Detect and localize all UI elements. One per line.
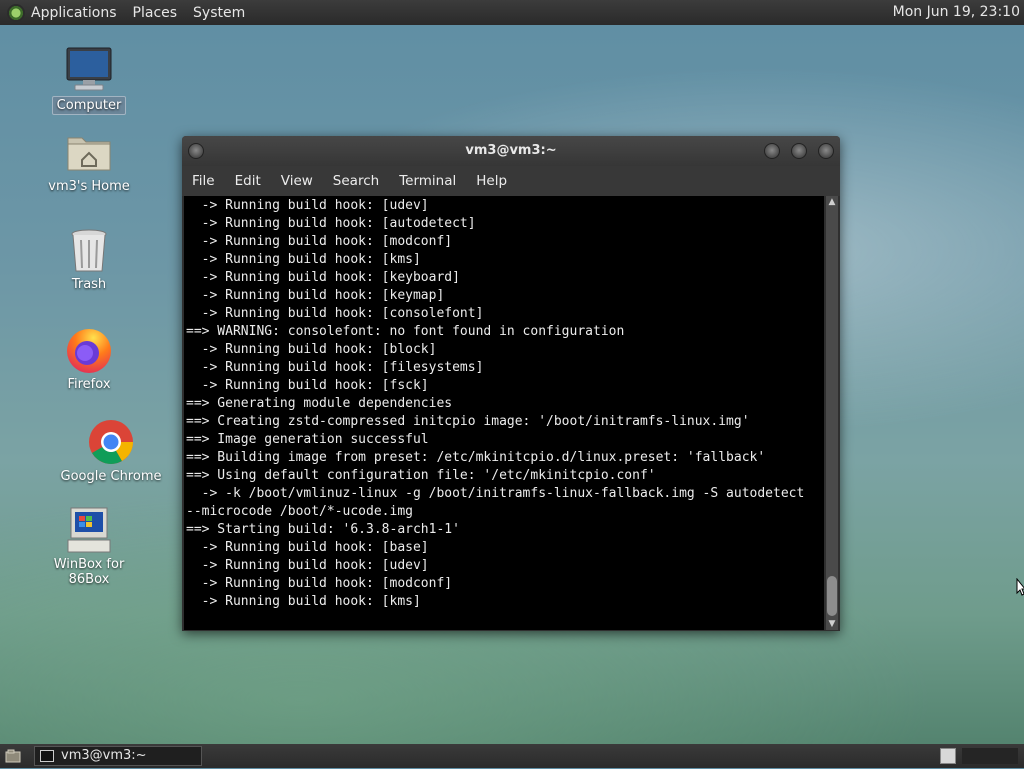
terminal-line: ==> Building image from preset: /etc/mki… bbox=[186, 450, 766, 465]
menu-terminal[interactable]: Terminal bbox=[399, 173, 456, 189]
menu-file[interactable]: File bbox=[192, 173, 215, 189]
close-icon[interactable] bbox=[818, 143, 834, 159]
terminal-line: ==> Creating zstd-compressed initcpio im… bbox=[186, 414, 750, 429]
terminal-line: -> Running build hook: [kms] bbox=[186, 252, 421, 267]
scroll-down-icon[interactable]: ▼ bbox=[826, 618, 838, 630]
terminal-line: -> -k /boot/vmlinuz-linux -g /boot/initr… bbox=[186, 486, 805, 501]
terminal-line: -> Running build hook: [consolefont] bbox=[186, 306, 484, 321]
desktop-icon-label: Trash bbox=[71, 277, 107, 292]
desktop-icon-winbox[interactable]: WinBox for 86Box bbox=[34, 506, 144, 588]
window-title: vm3@vm3:~ bbox=[465, 143, 557, 158]
terminal-line: -> Running build hook: [modconf] bbox=[186, 234, 453, 249]
terminal-line: ==> Generating module dependencies bbox=[186, 396, 453, 411]
menu-help[interactable]: Help bbox=[476, 173, 507, 189]
window-menu-icon[interactable] bbox=[188, 143, 204, 159]
distro-logo-icon[interactable] bbox=[7, 3, 25, 22]
terminal-output[interactable]: -> Running build hook: [udev] -> Running… bbox=[184, 196, 824, 630]
terminal-line: ==> WARNING: consolefont: no font found … bbox=[186, 324, 625, 339]
terminal-line: ==> Image generation successful bbox=[186, 432, 429, 447]
desktop-icon-label: Computer bbox=[51, 96, 127, 115]
terminal-line: -> Running build hook: [udev] bbox=[186, 198, 429, 213]
terminal-line: -> Running build hook: [kms] bbox=[186, 594, 421, 609]
menu-system[interactable]: System bbox=[193, 5, 245, 21]
terminal-line: -> Running build hook: [udev] bbox=[186, 558, 429, 573]
terminal-line: ==> Using default configuration file: '/… bbox=[186, 468, 656, 483]
desktop-icon-label: vm3's Home bbox=[48, 179, 130, 194]
clock[interactable]: Mon Jun 19, 23:10 bbox=[893, 4, 1020, 20]
desktop-icon-computer[interactable]: Computer bbox=[34, 46, 144, 115]
taskbar-terminal-button[interactable]: vm3@vm3:~ bbox=[34, 746, 202, 766]
terminal-line: ==> Starting build: '6.3.8-arch1-1' bbox=[186, 522, 460, 537]
desktop-icon-label: Google Chrome bbox=[60, 469, 162, 484]
home-folder-icon bbox=[65, 128, 113, 176]
winbox-icon bbox=[65, 506, 113, 554]
computer-icon bbox=[65, 46, 113, 94]
terminal-scrollbar[interactable]: ▲ ▼ bbox=[826, 196, 838, 630]
show-desktop-icon[interactable] bbox=[4, 747, 22, 765]
menu-places[interactable]: Places bbox=[133, 5, 178, 21]
desktop-icon-firefox[interactable]: Firefox bbox=[34, 326, 144, 393]
terminal-line: -> Running build hook: [keymap] bbox=[186, 288, 445, 303]
terminal-icon bbox=[40, 750, 54, 762]
desktop-icon-label: WinBox for 86Box bbox=[53, 557, 125, 587]
terminal-menubar: File Edit View Search Terminal Help bbox=[182, 166, 840, 196]
maximize-icon[interactable] bbox=[791, 143, 807, 159]
scrollbar-thumb[interactable] bbox=[827, 576, 837, 616]
terminal-line: -> Running build hook: [modconf] bbox=[186, 576, 453, 591]
terminal-line: -> Running build hook: [autodetect] bbox=[186, 216, 476, 231]
desktop-icon-trash[interactable]: Trash bbox=[34, 226, 144, 293]
window-titlebar[interactable]: vm3@vm3:~ bbox=[182, 136, 840, 166]
mouse-cursor-icon bbox=[1016, 578, 1024, 596]
minimize-icon[interactable] bbox=[764, 143, 780, 159]
desktop-icon-home[interactable]: vm3's Home bbox=[34, 128, 144, 195]
workspace-1[interactable] bbox=[940, 748, 956, 764]
scroll-up-icon[interactable]: ▲ bbox=[826, 196, 838, 208]
taskbar-label: vm3@vm3:~ bbox=[61, 748, 147, 763]
terminal-line: -> Running build hook: [filesystems] bbox=[186, 360, 484, 375]
menu-view[interactable]: View bbox=[281, 173, 313, 189]
workspace-2[interactable] bbox=[962, 748, 1018, 764]
chrome-icon bbox=[87, 418, 135, 466]
bottom-panel: vm3@vm3:~ bbox=[0, 744, 1024, 768]
menu-search[interactable]: Search bbox=[333, 173, 379, 189]
desktop-icon-label: Firefox bbox=[67, 377, 111, 392]
trash-icon bbox=[65, 226, 113, 274]
terminal-line: -> Running build hook: [base] bbox=[186, 540, 429, 555]
firefox-icon bbox=[65, 326, 113, 374]
terminal-window[interactable]: vm3@vm3:~ File Edit View Search Terminal… bbox=[182, 136, 840, 631]
menu-edit[interactable]: Edit bbox=[235, 173, 261, 189]
terminal-line: -> Running build hook: [keyboard] bbox=[186, 270, 460, 285]
desktop-icon-chrome[interactable]: Google Chrome bbox=[56, 418, 166, 485]
top-panel: Applications Places System Mon Jun 19, 2… bbox=[0, 0, 1024, 25]
terminal-line: -> Running build hook: [fsck] bbox=[186, 378, 429, 393]
terminal-line: --microcode /boot/*-ucode.img bbox=[186, 504, 413, 519]
menu-applications[interactable]: Applications bbox=[31, 5, 117, 21]
terminal-line: -> Running build hook: [block] bbox=[186, 342, 437, 357]
